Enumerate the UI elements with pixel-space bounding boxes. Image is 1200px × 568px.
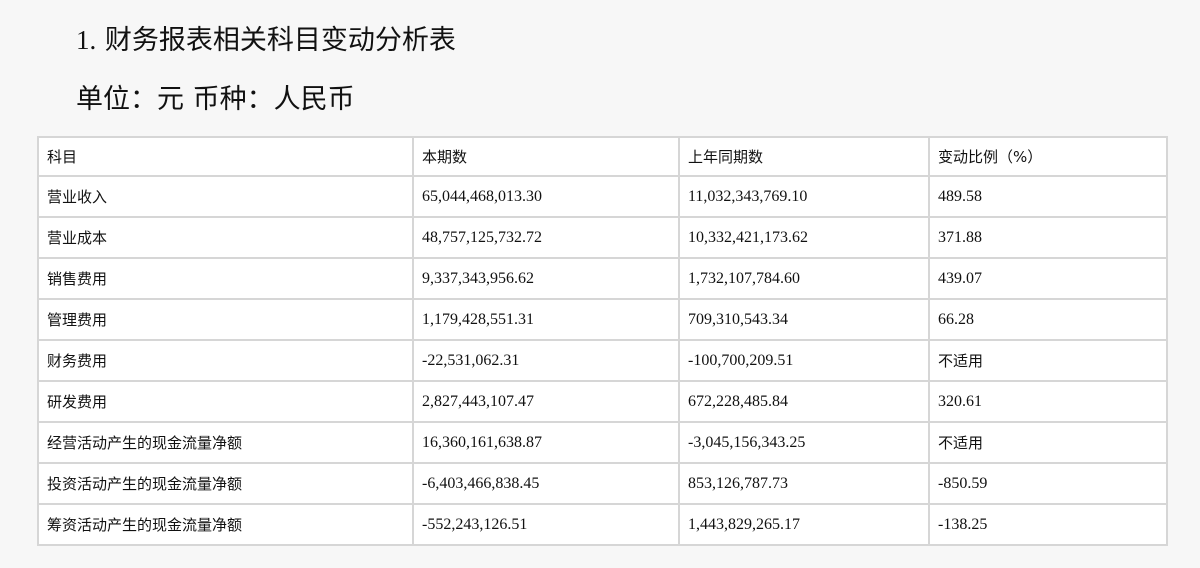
table-row: 研发费用 2,827,443,107.47 672,228,485.84 320… [37,382,1168,423]
cell-change-ratio: -850.59 [930,464,1168,505]
section-title-number: 1. [76,25,97,55]
table-row: 投资活动产生的现金流量净额 -6,403,466,838.45 853,126,… [37,464,1168,505]
cell-prior-period: 1,732,107,784.60 [680,259,930,300]
header-cell-item: 科目 [37,136,414,177]
header-cell-prior-period: 上年同期数 [680,136,930,177]
table-row: 营业收入 65,044,468,013.30 11,032,343,769.10… [37,177,1168,218]
cell-prior-period: 11,032,343,769.10 [680,177,930,218]
cell-current-period: 65,044,468,013.30 [414,177,680,218]
cell-current-period: 1,179,428,551.31 [414,300,680,341]
cell-change-ratio: 371.88 [930,218,1168,259]
cell-current-period: 2,827,443,107.47 [414,382,680,423]
cell-change-ratio: 66.28 [930,300,1168,341]
cell-item: 营业收入 [37,177,414,218]
table-row: 财务费用 -22,531,062.31 -100,700,209.51 不适用 [37,341,1168,382]
cell-item: 营业成本 [37,218,414,259]
table-row: 管理费用 1,179,428,551.31 709,310,543.34 66.… [37,300,1168,341]
cell-prior-period: 1,443,829,265.17 [680,505,930,546]
cell-change-ratio: 439.07 [930,259,1168,300]
cell-change-ratio: 320.61 [930,382,1168,423]
cell-item: 投资活动产生的现金流量净额 [37,464,414,505]
cell-prior-period: 672,228,485.84 [680,382,930,423]
cell-current-period: -552,243,126.51 [414,505,680,546]
cell-current-period: 16,360,161,638.87 [414,423,680,464]
cell-item: 研发费用 [37,382,414,423]
cell-prior-period: 10,332,421,173.62 [680,218,930,259]
table-row: 筹资活动产生的现金流量净额 -552,243,126.51 1,443,829,… [37,505,1168,546]
table-row: 销售费用 9,337,343,956.62 1,732,107,784.60 4… [37,259,1168,300]
header-cell-current-period: 本期数 [414,136,680,177]
cell-prior-period: -100,700,209.51 [680,341,930,382]
cell-current-period: -6,403,466,838.45 [414,464,680,505]
cell-prior-period: 709,310,543.34 [680,300,930,341]
cell-item: 筹资活动产生的现金流量净额 [37,505,414,546]
table-row: 经营活动产生的现金流量净额 16,360,161,638.87 -3,045,1… [37,423,1168,464]
header-cell-change-ratio: 变动比例（%） [930,136,1168,177]
unit-currency-line: 单位：元 币种：人民币 [76,84,355,115]
table-header-row: 科目 本期数 上年同期数 变动比例（%） [37,136,1168,177]
analysis-table: 科目 本期数 上年同期数 变动比例（%） 营业收入 65,044,468,013… [37,136,1168,546]
table-row: 营业成本 48,757,125,732.72 10,332,421,173.62… [37,218,1168,259]
cell-item: 销售费用 [37,259,414,300]
cell-prior-period: -3,045,156,343.25 [680,423,930,464]
cell-item: 经营活动产生的现金流量净额 [37,423,414,464]
cell-current-period: -22,531,062.31 [414,341,680,382]
cell-prior-period: 853,126,787.73 [680,464,930,505]
cell-current-period: 48,757,125,732.72 [414,218,680,259]
cell-item: 管理费用 [37,300,414,341]
cell-item: 财务费用 [37,341,414,382]
cell-change-ratio: 不适用 [930,341,1168,382]
cell-current-period: 9,337,343,956.62 [414,259,680,300]
analysis-table-container: 科目 本期数 上年同期数 变动比例（%） 营业收入 65,044,468,013… [37,136,1168,568]
cell-change-ratio: -138.25 [930,505,1168,546]
cell-change-ratio: 不适用 [930,423,1168,464]
section-title-text: 财务报表相关科目变动分析表 [104,25,456,56]
cell-change-ratio: 489.58 [930,177,1168,218]
section-title: 1. 财务报表相关科目变动分析表 [76,20,456,61]
